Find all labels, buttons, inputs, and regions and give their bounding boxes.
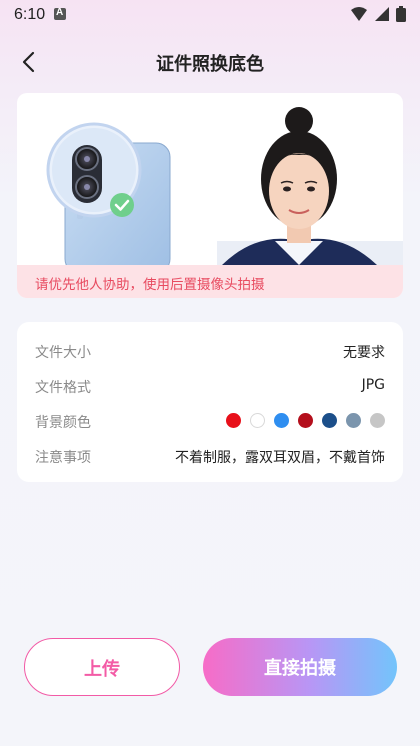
row-label: 背景颜色 <box>35 415 91 431</box>
row-file-format: 文件格式 JPG <box>35 375 385 399</box>
row-value: 无要求 <box>343 345 385 361</box>
row-label: 注意事项 <box>35 450 91 466</box>
hero-tip-banner: 请优先他人协助，使用后置摄像头拍摄 <box>17 265 403 298</box>
hero-tip-text: 请优先他人协助，使用后置摄像头拍摄 <box>35 277 265 293</box>
status-icons <box>350 6 406 22</box>
row-value: JPG <box>361 377 385 393</box>
row-background-color: 背景颜色 <box>35 410 385 434</box>
battery-icon <box>396 6 406 22</box>
upload-button-label: 上传 <box>84 659 120 680</box>
color-swatch-3[interactable] <box>298 413 313 428</box>
portrait-image <box>217 107 403 265</box>
take-photo-button-label: 直接拍摄 <box>264 658 336 679</box>
signal-icon <box>375 7 389 21</box>
notification-icon <box>54 7 66 20</box>
row-file-size: 文件大小 无要求 <box>35 340 385 364</box>
row-notes: 注意事项 不着制服，露双耳双眉，不戴首饰 <box>35 445 385 469</box>
color-swatch-2[interactable] <box>274 413 289 428</box>
hero-illustration <box>46 107 403 265</box>
color-swatch-1[interactable] <box>250 413 265 428</box>
color-swatches <box>226 413 385 428</box>
row-value: 不着制服，露双耳双眉，不戴首饰 <box>175 450 385 466</box>
header: 证件照换底色 <box>0 40 420 84</box>
color-swatch-5[interactable] <box>346 413 361 428</box>
hero-card: 请优先他人协助，使用后置摄像头拍摄 <box>17 93 403 298</box>
status-time: 6:10 <box>14 6 46 23</box>
take-photo-button[interactable]: 直接拍摄 <box>203 638 397 696</box>
color-swatch-6[interactable] <box>370 413 385 428</box>
color-swatch-4[interactable] <box>322 413 337 428</box>
check-icon <box>110 193 134 217</box>
wifi-icon <box>351 7 367 21</box>
status-bar: 6:10 <box>0 0 420 30</box>
info-card: 文件大小 无要求 文件格式 JPG 背景颜色 注意事项 不着制服，露双耳双眉，不… <box>17 322 403 482</box>
row-label: 文件格式 <box>35 380 91 396</box>
upload-button[interactable]: 上传 <box>24 638 180 696</box>
row-label: 文件大小 <box>35 345 91 361</box>
color-swatch-0[interactable] <box>226 413 241 428</box>
page-title: 证件照换底色 <box>156 54 264 75</box>
